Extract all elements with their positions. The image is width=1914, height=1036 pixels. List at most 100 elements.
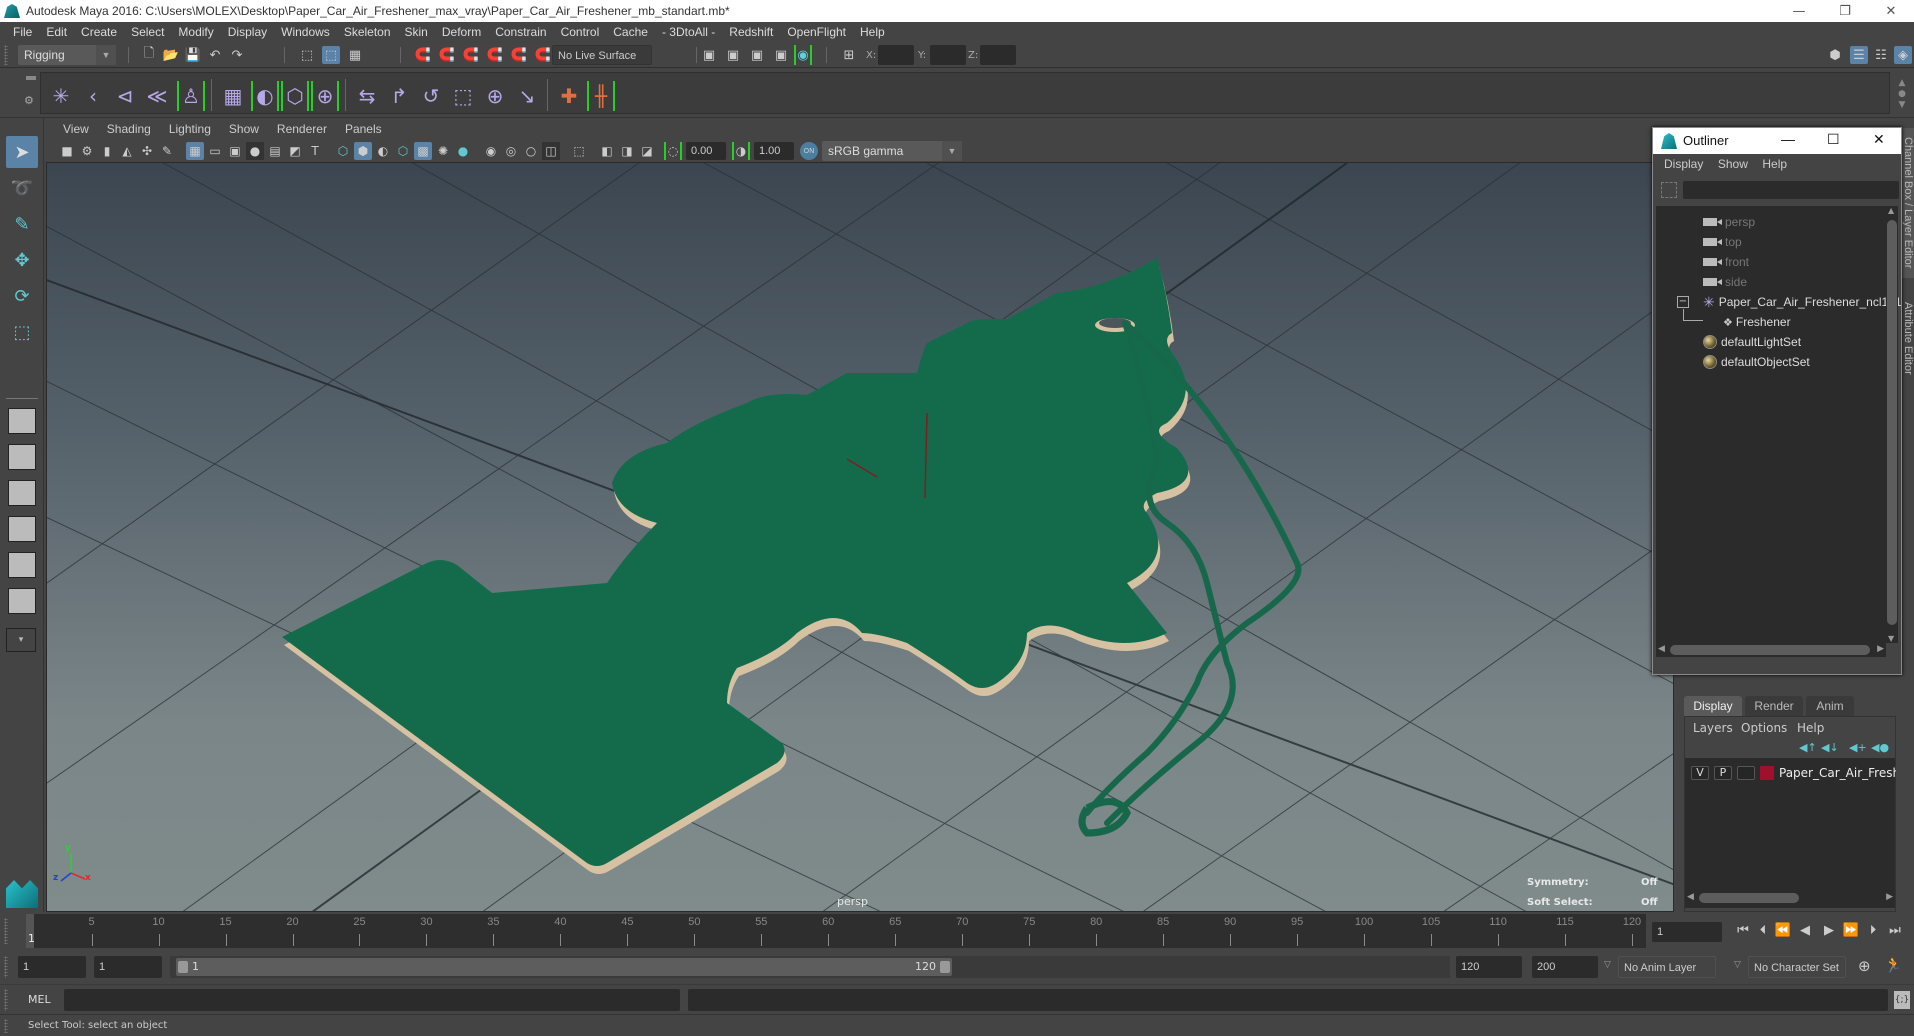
character-set-dropdown[interactable]: No Character Set [1748,956,1846,978]
image-plane-icon[interactable]: ◭ [118,142,136,160]
menu-openflight[interactable]: OpenFlight [780,25,853,39]
transform-mode-icon[interactable]: ⊞ [840,46,858,64]
outliner-item-side[interactable]: side [1703,272,1747,292]
snap-to-point-icon[interactable]: 🧲 [462,46,480,64]
hik-character-icon[interactable]: ♙ [177,81,205,111]
scale-constraint-icon[interactable]: ⬚ [449,81,477,111]
safe-action-icon[interactable]: ◩ [286,142,304,160]
add-attribute-icon[interactable]: ✚ [555,81,583,111]
bookmark-icon[interactable]: ▮ [98,142,116,160]
select-by-object-icon[interactable]: ⬚ [322,46,340,64]
outliner-search-input[interactable] [1683,181,1899,199]
playback-end-field[interactable]: 120 [1456,956,1522,978]
panel-menu-lighting[interactable]: Lighting [160,122,220,136]
menu-cache[interactable]: Cache [606,25,655,39]
modeling-toolkit-icon[interactable]: ⬢ [1826,46,1844,64]
outliner-vscrollbar[interactable]: ▲ ▼ [1886,206,1898,643]
move-layer-up-icon[interactable]: ◀↑ [1799,741,1817,754]
safe-title-icon[interactable]: T [306,142,324,160]
z-field[interactable] [980,45,1016,65]
color-management-toggle-icon[interactable]: ON [800,142,818,160]
aim-constraint-icon[interactable]: ⊕ [481,81,509,111]
layer-tab-display[interactable]: Display [1684,696,1742,716]
perspective-viewport[interactable]: y x z persp Symmetry: Off Soft Select: O… [46,162,1674,912]
exposure-icon[interactable]: ◌ [664,142,682,160]
panel-menu-view[interactable]: View [54,122,98,136]
layer-menu-layers[interactable]: Layers [1693,721,1733,735]
default-material-icon[interactable]: ◐ [374,142,392,160]
rotate-tool-icon[interactable]: ⟳ [6,280,38,312]
bind-skin-icon[interactable]: ▦ [219,81,247,111]
grease-pencil-icon[interactable]: ✎ [158,142,176,160]
playback-start-field[interactable]: 1 [94,956,162,978]
live-surface-field[interactable]: No Live Surface [552,45,652,65]
layer-row[interactable]: V P Paper_Car_Air_Freshener [1685,758,1914,786]
use-all-lights-icon[interactable]: ✺ [434,142,452,160]
snap-together-icon[interactable]: 🧲 [534,46,552,64]
menu-windows[interactable]: Windows [274,25,337,39]
shelf-scroll[interactable]: ▲ ● ▼ [1896,78,1908,112]
xray-joints-icon[interactable]: ◨ [618,142,636,160]
new-layer-selected-icon[interactable]: ◀● [1871,741,1889,754]
outliner-maximize-button[interactable]: ☐ [1827,131,1840,148]
panel-menu-renderer[interactable]: Renderer [268,122,336,136]
menu-constrain[interactable]: Constrain [488,25,553,39]
menu-redshift[interactable]: Redshift [722,25,780,39]
menu-create[interactable]: Create [74,25,124,39]
pole-vector-icon[interactable]: ↘ [513,81,541,111]
y-field[interactable] [930,45,966,65]
mirror-joint-icon[interactable]: ≪ [143,81,171,111]
view-transform-dropdown[interactable]: sRGB gamma ▼ [822,141,962,161]
layer-name[interactable]: Paper_Car_Air_Freshener [1779,766,1914,780]
help-line-grip[interactable] [4,1019,8,1033]
menu-skin[interactable]: Skin [398,25,435,39]
minimize-button[interactable]: — [1776,0,1822,22]
render-globals-icon[interactable]: ▣ [772,46,790,64]
anim-layer-dropdown-arrow[interactable]: ▽ [1604,960,1611,970]
outliner-menu-display[interactable]: Display [1653,154,1703,171]
ik-spline-icon[interactable]: ⊲ [111,81,139,111]
move-layer-down-icon[interactable]: ◀↓ [1821,741,1839,754]
x-field[interactable] [878,45,914,65]
step-back-frame-button[interactable]: ⏴ [1754,922,1772,940]
snap-to-view-plane-icon[interactable]: 🧲 [486,46,504,64]
2d-pan-zoom-icon[interactable]: ✣ [138,142,156,160]
save-scene-icon[interactable]: 💾 [184,46,202,64]
menu-modify[interactable]: Modify [171,25,220,39]
hypershade-layout-icon[interactable] [8,552,36,578]
status-line-grip[interactable] [4,45,8,65]
ik-handle-icon[interactable]: ‹ [79,81,107,111]
menu-skeleton[interactable]: Skeleton [337,25,398,39]
cluster-icon[interactable]: ⊕ [311,81,339,111]
outliner-minimize-button[interactable]: — [1781,131,1795,147]
orient-constraint-icon[interactable]: ↺ [417,81,445,111]
outliner-close-button[interactable]: ✕ [1873,131,1885,148]
script-language-toggle[interactable]: MEL [28,993,51,1006]
close-button[interactable]: ✕ [1868,0,1914,22]
persp-graph-outliner-layout-icon[interactable] [8,588,36,614]
tool-settings-icon[interactable]: ☷ [1872,46,1890,64]
layer-playback-toggle[interactable]: P [1714,766,1732,780]
menuset-dropdown[interactable]: Rigging ▼ [18,45,116,65]
animation-preferences-icon[interactable]: 🏃 [1884,956,1903,974]
isolate-select-icon[interactable]: ⬚ [570,142,588,160]
filter-icon[interactable] [1661,182,1677,198]
outliner-hscrollbar[interactable]: ◀ ▶ [1656,643,1886,657]
paint-select-tool-icon[interactable]: ✎ [6,208,38,240]
go-to-start-button[interactable]: ⏮ [1734,922,1752,940]
panel-menu-shading[interactable]: Shading [98,122,160,136]
gamma-icon[interactable]: ◑ [732,142,750,160]
film-gate-icon[interactable]: ▭ [206,142,224,160]
joint-tool-icon[interactable]: ✳ [47,81,75,111]
animation-end-field[interactable]: 200 [1532,956,1598,978]
snap-to-grid-icon[interactable]: 🧲 [414,46,432,64]
camera-attributes-icon[interactable]: ⚙ [78,142,96,160]
step-back-key-button[interactable]: ⏪ [1774,922,1792,940]
panel-menu-panels[interactable]: Panels [336,122,391,136]
select-by-component-icon[interactable]: ▦ [346,46,364,64]
layout-options-button[interactable]: ▾ [6,628,36,652]
command-line-grip[interactable] [4,989,8,1011]
layer-tab-anim[interactable]: Anim [1806,696,1854,716]
outliner-menu-show[interactable]: Show [1707,154,1748,171]
step-forward-key-button[interactable]: ⏩ [1842,922,1860,940]
